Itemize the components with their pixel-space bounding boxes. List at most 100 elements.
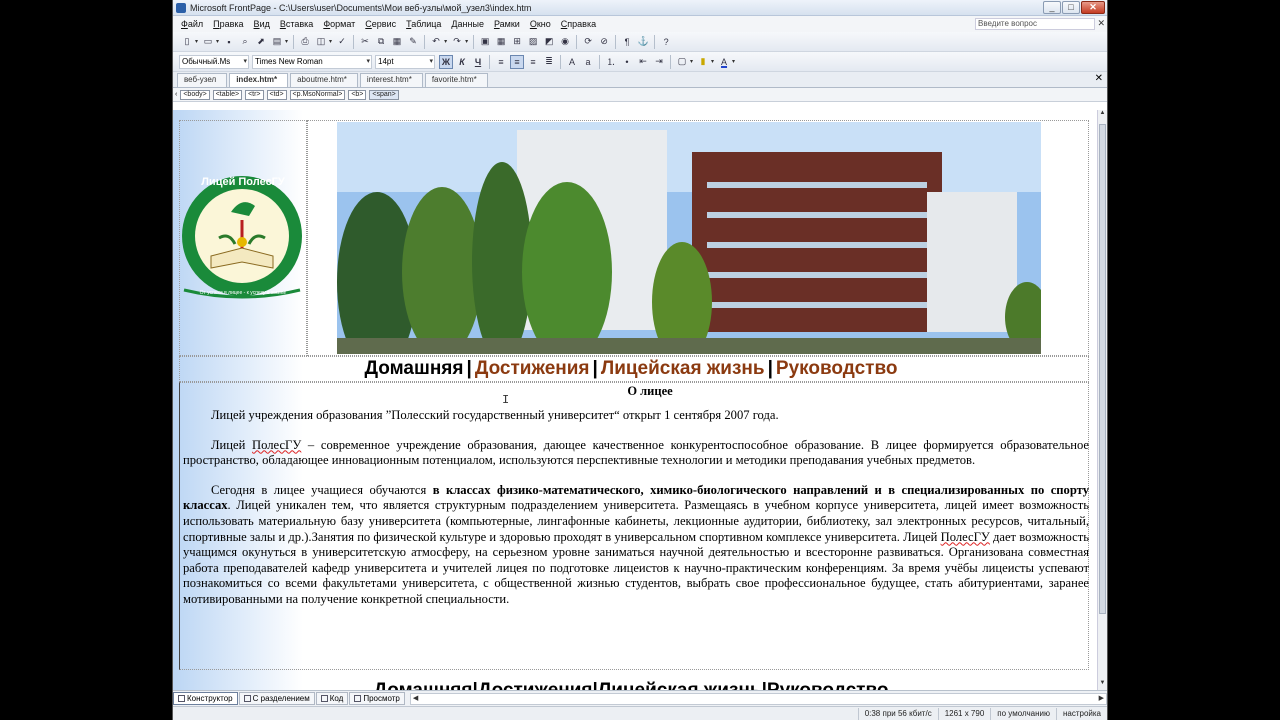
insert-layout-icon[interactable]: ⊞ bbox=[510, 35, 524, 49]
cut-icon[interactable]: ✂ bbox=[358, 35, 372, 49]
anchor-icon[interactable]: ⚓ bbox=[636, 35, 650, 49]
customize-status[interactable]: настройка bbox=[1055, 707, 1107, 720]
ask-question-box[interactable]: Введите вопрос bbox=[975, 18, 1095, 30]
menu-view[interactable]: Вид bbox=[254, 19, 270, 29]
decrease-font-icon[interactable]: a bbox=[581, 55, 595, 69]
open-folder-icon[interactable]: ▭ bbox=[201, 35, 215, 49]
undo-icon[interactable]: ↶ bbox=[429, 35, 443, 49]
copy-icon[interactable]: ⧉ bbox=[374, 35, 388, 49]
insert-drawing-icon[interactable]: ◩ bbox=[542, 35, 556, 49]
footer-nav-management-link[interactable]: Руководство bbox=[767, 680, 889, 690]
horizontal-scrollbar[interactable]: ◀ ▶ bbox=[409, 692, 1107, 705]
underline-button[interactable]: Ч bbox=[471, 55, 485, 69]
tag-td[interactable]: <td> bbox=[266, 89, 287, 100]
menu-table[interactable]: Таблица bbox=[406, 19, 441, 29]
menu-tools[interactable]: Сервис bbox=[365, 19, 396, 29]
nav-lyceum-life-link[interactable]: Лицейская жизнь bbox=[601, 358, 765, 379]
tab-favorite[interactable]: favorite.htm* bbox=[424, 73, 488, 87]
view-design-tab[interactable]: Конструктор bbox=[173, 692, 238, 705]
bold-button[interactable]: Ж bbox=[439, 54, 453, 69]
scroll-thumb[interactable] bbox=[1099, 124, 1106, 614]
menu-help[interactable]: Справка bbox=[561, 19, 596, 29]
menu-format[interactable]: Формат bbox=[323, 19, 355, 29]
align-center-icon[interactable]: ≡ bbox=[510, 54, 524, 69]
font-color-icon[interactable]: A bbox=[717, 55, 731, 69]
menu-file[interactable]: Файл bbox=[181, 19, 203, 29]
toggle-pane-icon[interactable]: ▤ bbox=[270, 35, 284, 49]
menu-window[interactable]: Окно bbox=[530, 19, 551, 29]
tab-aboutme[interactable]: aboutme.htm* bbox=[290, 73, 358, 87]
font-dropdown[interactable]: Times New Roman bbox=[252, 54, 372, 69]
font-size-dropdown[interactable]: 14pt bbox=[375, 54, 435, 69]
print-icon[interactable]: ⎙ bbox=[298, 35, 312, 49]
menu-frames[interactable]: Рамки bbox=[494, 19, 520, 29]
footer-nav-achievements-link[interactable]: Достижения bbox=[478, 680, 593, 690]
spelling-icon[interactable]: ✓ bbox=[335, 35, 349, 49]
justify-icon[interactable]: ≣ bbox=[542, 55, 556, 69]
redo-icon[interactable]: ↷ bbox=[450, 35, 464, 49]
borders-icon[interactable]: ▢ bbox=[675, 55, 689, 69]
stop-icon[interactable]: ⊘ bbox=[597, 35, 611, 49]
paste-icon[interactable]: ▦ bbox=[390, 35, 404, 49]
highlight-icon[interactable]: ▮ bbox=[696, 55, 710, 69]
tag-span[interactable]: <span> bbox=[369, 89, 399, 100]
italic-button[interactable]: К bbox=[455, 55, 469, 69]
refresh-icon[interactable]: ⟳ bbox=[581, 35, 595, 49]
scroll-right-icon[interactable]: ▶ bbox=[1099, 694, 1104, 702]
insert-hyperlink-icon[interactable]: ◉ bbox=[558, 35, 572, 49]
design-view-canvas[interactable]: Лицей ПолесГУ От успеха в лицее - к успе… bbox=[173, 110, 1099, 690]
insert-layer-icon[interactable]: ▣ bbox=[478, 35, 492, 49]
university-building-photo bbox=[337, 122, 1041, 354]
decrease-indent-icon[interactable]: ⇤ bbox=[636, 55, 650, 69]
tag-nav-left-icon[interactable]: ‹ bbox=[175, 91, 177, 98]
scroll-up-icon[interactable]: ▲ bbox=[1098, 110, 1107, 120]
menu-edit[interactable]: Правка bbox=[213, 19, 243, 29]
nav-achievements-link[interactable]: Достижения bbox=[475, 358, 590, 379]
footer-nav-home-link[interactable]: Домашняя bbox=[374, 680, 473, 690]
tag-body[interactable]: <body> bbox=[180, 89, 210, 100]
close-window-button[interactable]: ✕ bbox=[1081, 1, 1105, 14]
tab-index[interactable]: index.htm* bbox=[229, 73, 289, 87]
scroll-left-icon[interactable]: ◀ bbox=[413, 694, 418, 702]
show-all-icon[interactable]: ¶ bbox=[620, 35, 634, 49]
align-right-icon[interactable]: ≡ bbox=[526, 55, 540, 69]
help-icon[interactable]: ? bbox=[659, 35, 673, 49]
vertical-scrollbar[interactable]: ▲ ▼ bbox=[1097, 110, 1107, 690]
tag-tr[interactable]: <tr> bbox=[245, 89, 264, 100]
style-dropdown[interactable]: Обычный.Ms bbox=[179, 54, 249, 69]
bulleted-list-icon[interactable]: • bbox=[620, 55, 634, 69]
publish-icon[interactable]: ⬈ bbox=[254, 35, 268, 49]
tab-interest[interactable]: interest.htm* bbox=[359, 73, 423, 87]
insert-table-icon[interactable]: ▦ bbox=[494, 35, 508, 49]
insert-picture-icon[interactable]: ▨ bbox=[526, 35, 540, 49]
increase-font-icon[interactable]: A bbox=[565, 55, 579, 69]
view-split-tab[interactable]: С разделением bbox=[238, 692, 315, 705]
maximize-button[interactable]: □ bbox=[1062, 1, 1080, 14]
footer-nav-life-link[interactable]: Лицейская жизнь bbox=[598, 680, 762, 690]
align-left-icon[interactable]: ≡ bbox=[494, 55, 508, 69]
tag-p[interactable]: <p.MsoNormal> bbox=[289, 89, 346, 100]
nav-home-link[interactable]: Домашняя bbox=[365, 358, 464, 379]
about-content[interactable]: Лицей учреждения образования ”Полесский … bbox=[183, 408, 1089, 622]
view-preview-tab[interactable]: Просмотр bbox=[349, 692, 405, 705]
menu-data[interactable]: Данные bbox=[451, 19, 484, 29]
close-document-icon[interactable]: ✕ bbox=[1097, 18, 1105, 29]
tab-website[interactable]: веб-узел bbox=[177, 73, 228, 87]
tag-table[interactable]: <table> bbox=[212, 89, 243, 100]
format-painter-icon[interactable]: ✎ bbox=[406, 35, 420, 49]
save-icon[interactable]: ▪ bbox=[222, 35, 236, 49]
new-page-icon[interactable]: ▯ bbox=[180, 35, 194, 49]
nav-management-link[interactable]: Руководство bbox=[776, 358, 898, 379]
increase-indent-icon[interactable]: ⇥ bbox=[652, 55, 666, 69]
numbered-list-icon[interactable]: ⒈ bbox=[604, 55, 618, 69]
search-icon[interactable]: ⌕ bbox=[238, 35, 252, 49]
minimize-button[interactable]: _ bbox=[1043, 1, 1061, 14]
preview-icon[interactable]: ◫ bbox=[314, 35, 328, 49]
menu-insert[interactable]: Вставка bbox=[280, 19, 313, 29]
css-style-mode[interactable]: по умолчанию bbox=[990, 707, 1056, 720]
tag-b[interactable]: <b> bbox=[348, 89, 367, 100]
close-tab-icon[interactable]: ✕ bbox=[1095, 73, 1103, 84]
title-bar: Microsoft FrontPage - C:\Users\user\Docu… bbox=[173, 0, 1107, 16]
view-code-tab[interactable]: Код bbox=[315, 692, 349, 705]
scroll-down-icon[interactable]: ▼ bbox=[1098, 680, 1107, 690]
